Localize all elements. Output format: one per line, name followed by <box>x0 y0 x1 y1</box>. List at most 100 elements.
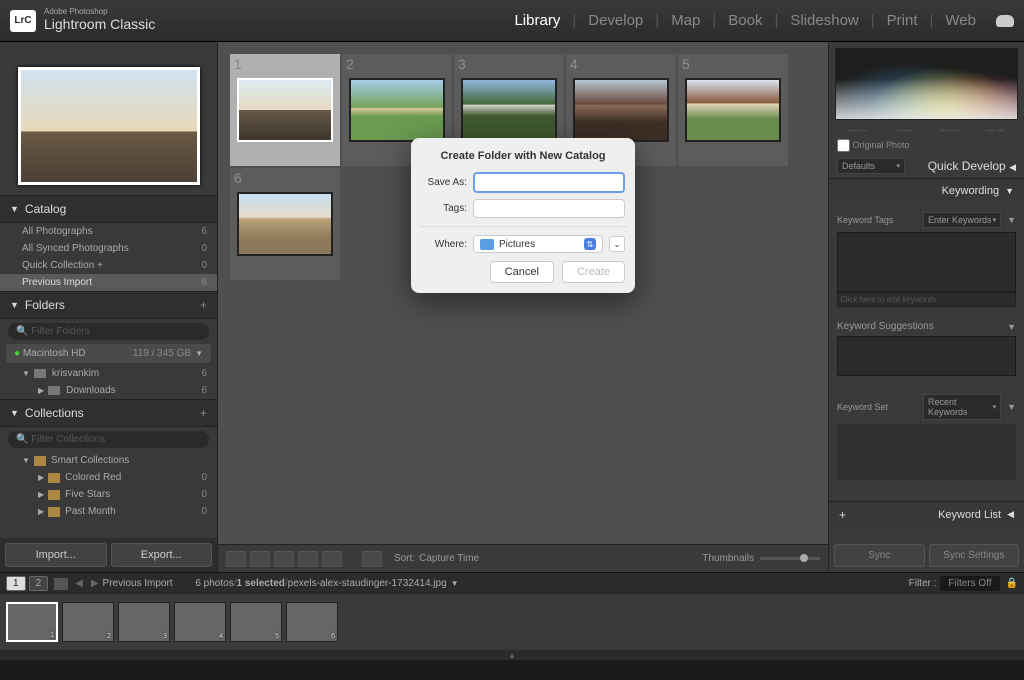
catalog-item[interactable]: All Synced Photographs0 <box>0 240 217 257</box>
defaults-dropdown[interactable]: Defaults▾ <box>837 158 905 174</box>
add-keyword-icon[interactable]: + <box>839 508 846 522</box>
folder-icon <box>48 386 60 395</box>
add-folder-icon[interactable]: + <box>200 298 207 312</box>
module-web[interactable]: Web <box>937 12 984 29</box>
save-as-label: Save As: <box>421 177 467 188</box>
monitor-1-button[interactable]: 1 <box>6 576 26 591</box>
filmstrip-thumb[interactable]: 3 <box>118 602 170 642</box>
chevron-down-icon[interactable]: ▼ <box>451 579 459 588</box>
left-panel: ▼ Catalog All Photographs6 All Synced Ph… <box>0 42 218 572</box>
chevron-down-icon: ▼ <box>22 456 30 465</box>
histogram[interactable] <box>835 48 1018 120</box>
chevron-down-icon[interactable]: ▼ <box>1007 402 1016 412</box>
filmstrip[interactable]: 1 2 3 4 5 6 <box>0 594 1024 650</box>
collection-item[interactable]: ▶Past Month0 <box>0 503 217 520</box>
nav-forward-icon[interactable]: ▶ <box>91 578 99 589</box>
keyword-set-dropdown[interactable]: Recent Keywords▾ <box>923 394 1001 420</box>
module-map[interactable]: Map <box>663 12 708 29</box>
source-label[interactable]: Previous Import <box>103 578 173 589</box>
app-logo-icon: LrC <box>10 10 36 32</box>
keyword-tags-dropdown[interactable]: Enter Keywords▾ <box>923 212 1001 228</box>
folder-icon <box>480 239 494 250</box>
nav-back-icon[interactable]: ◀ <box>75 578 83 589</box>
module-develop[interactable]: Develop <box>580 12 651 29</box>
filmstrip-thumb[interactable]: 2 <box>62 602 114 642</box>
catalog-header[interactable]: ▼ Catalog <box>0 195 217 223</box>
smart-collections-header[interactable]: ▼Smart Collections <box>0 452 217 469</box>
drive-row[interactable]: ● Macintosh HD 119 / 345 GB ▼ <box>6 344 211 363</box>
filter-label: Filter : <box>909 578 937 589</box>
save-as-input[interactable] <box>473 172 625 193</box>
filmstrip-handle[interactable]: ▴ <box>0 650 1024 660</box>
thumbnail <box>237 78 333 142</box>
filmstrip-thumb[interactable]: 1 <box>6 602 58 642</box>
filter-dropdown[interactable]: Filters Off <box>940 576 999 591</box>
cancel-button[interactable]: Cancel <box>490 261 554 283</box>
painter-tool-icon[interactable] <box>362 551 382 567</box>
catalog-title: Catalog <box>25 202 66 216</box>
filmstrip-thumb[interactable]: 6 <box>286 602 338 642</box>
module-slideshow[interactable]: Slideshow <box>782 12 866 29</box>
keywords-textarea[interactable] <box>837 232 1016 292</box>
keywording-header[interactable]: Keywording▼ <box>829 178 1024 203</box>
export-button[interactable]: Export... <box>111 543 213 567</box>
navigator-image[interactable] <box>18 67 200 185</box>
keywords-hint[interactable]: Click here to add keywords <box>837 292 1016 307</box>
add-collection-icon[interactable]: + <box>200 406 207 420</box>
grid-cell[interactable]: 1 <box>230 54 340 166</box>
folders-search-input[interactable]: 🔍 Filter Folders <box>8 323 209 340</box>
catalog-item[interactable]: Quick Collection +0 <box>0 257 217 274</box>
left-buttons: Import... Export... <box>0 538 217 572</box>
grid-cell[interactable]: 6 <box>230 168 340 280</box>
chevron-right-icon: ▶ <box>38 490 44 499</box>
import-button[interactable]: Import... <box>5 543 107 567</box>
where-dropdown[interactable]: Pictures ⇅ <box>473 235 603 253</box>
collections-header[interactable]: ▼ Collections + <box>0 399 217 427</box>
loupe-view-icon[interactable] <box>250 551 270 567</box>
photo-count: 6 photos <box>195 578 233 589</box>
thumbnail-slider[interactable] <box>760 557 820 560</box>
drive-status-icon: ● <box>14 348 20 359</box>
original-photo-checkbox[interactable]: Original Photo <box>829 137 1024 154</box>
survey-view-icon[interactable] <box>298 551 318 567</box>
chevron-down-icon[interactable]: ▼ <box>1007 322 1016 332</box>
module-library[interactable]: Library <box>506 12 568 29</box>
folders-header[interactable]: ▼ Folders + <box>0 291 217 319</box>
app-brand: Adobe Photoshop Lightroom Classic <box>44 8 155 32</box>
sort-value[interactable]: Capture Time <box>419 553 479 564</box>
module-book[interactable]: Book <box>720 12 770 29</box>
collections-search-input[interactable]: 🔍 Filter Collections <box>8 431 209 448</box>
cloud-sync-icon[interactable] <box>996 15 1014 27</box>
grid-cell[interactable]: 5 <box>678 54 788 166</box>
tags-input[interactable] <box>473 199 625 218</box>
sync-button[interactable]: Sync <box>834 544 925 567</box>
keyword-list-header[interactable]: + Keyword List◀ <box>829 501 1024 528</box>
grid-icon[interactable] <box>54 578 68 590</box>
collection-item[interactable]: ▶Five Stars0 <box>0 486 217 503</box>
collections-title: Collections <box>25 406 84 420</box>
catalog-item-selected[interactable]: Previous Import6 <box>0 274 217 291</box>
folder-item[interactable]: ▶Downloads6 <box>0 382 217 399</box>
module-print[interactable]: Print <box>879 12 926 29</box>
filmstrip-thumb[interactable]: 5 <box>230 602 282 642</box>
filmstrip-thumb[interactable]: 4 <box>174 602 226 642</box>
grid-view-icon[interactable] <box>226 551 246 567</box>
sync-settings-button[interactable]: Sync Settings <box>929 544 1020 567</box>
create-button[interactable]: Create <box>562 261 625 283</box>
catalog-item[interactable]: All Photographs6 <box>0 223 217 240</box>
filter-lock-icon[interactable]: 🔒 <box>1006 578 1018 589</box>
people-view-icon[interactable] <box>322 551 342 567</box>
compare-view-icon[interactable] <box>274 551 294 567</box>
collection-item[interactable]: ▶Colored Red0 <box>0 469 217 486</box>
collection-item[interactable]: ▶Recently Modified0 <box>0 520 217 523</box>
thumbnail <box>349 78 445 142</box>
collections-body: 🔍 Filter Collections ▼Smart Collections … <box>0 427 217 523</box>
expand-where-button[interactable]: ⌄ <box>609 236 625 252</box>
quick-develop-header[interactable]: Quick Develop ◀ <box>905 159 1016 173</box>
chevron-right-icon: ▶ <box>38 473 44 482</box>
folder-item[interactable]: ▼krisvankim6 <box>0 365 217 382</box>
chevron-down-icon[interactable]: ▼ <box>1007 215 1016 225</box>
dialog-title: Create Folder with New Catalog <box>421 150 625 162</box>
monitor-2-button[interactable]: 2 <box>29 576 49 591</box>
catalog-body: All Photographs6 All Synced Photographs0… <box>0 223 217 291</box>
